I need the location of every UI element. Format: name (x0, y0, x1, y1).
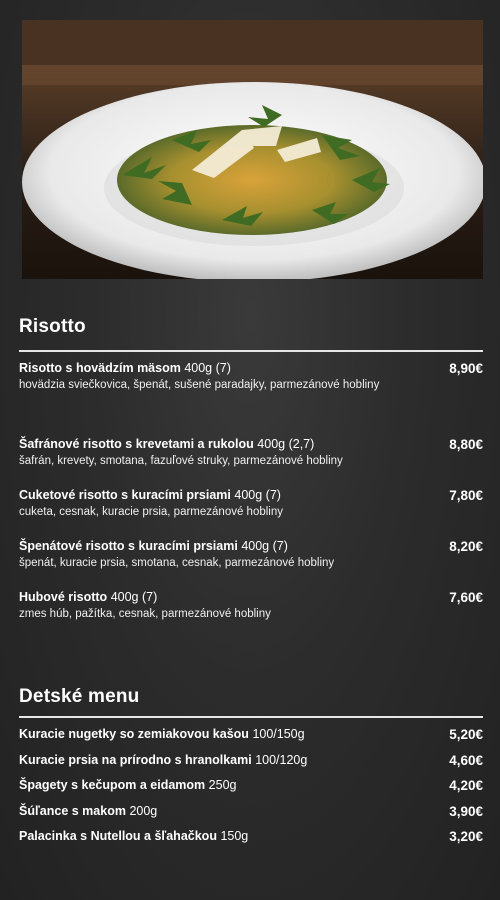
menu-item: Kuracie prsia na prírodno s hranolkami 1… (19, 752, 483, 769)
risotto-dish-photo (22, 20, 483, 279)
item-size: 200g (129, 804, 158, 818)
item-name: Hubové risotto (19, 590, 108, 604)
item-price: 4,60€ (449, 753, 483, 768)
item-description: šafrán, krevety, smotana, fazuľové struk… (19, 455, 343, 467)
menu-item: Špagety s kečupom a eidamom 250g 4,20€ (19, 777, 483, 794)
item-name: Cuketové risotto s kuracími prsiami (19, 488, 231, 502)
section-divider (19, 716, 483, 718)
item-name: Špagety s kečupom a eidamom (19, 778, 206, 792)
menu-item: Cuketové risotto s kuracími prsiami 400g… (19, 487, 483, 521)
item-price: 8,80€ (449, 437, 483, 452)
item-name: Špenátové risotto s kuracími prsiami (19, 539, 238, 553)
item-description: špenát, kuracie prsia, smotana, cesnak, … (19, 557, 335, 569)
menu-item: Risotto s hovädzím mäsom 400g (7) 8,90€ h… (19, 360, 483, 394)
item-size: 150g (220, 829, 249, 843)
section-divider (19, 350, 483, 352)
item-price: 3,20€ (449, 829, 483, 844)
item-name: Kuracie nugetky so zemiakovou kašou (19, 727, 249, 741)
item-size: 400g (7) (234, 488, 281, 502)
menu-item: Palacinka s Nutellou a šľahačkou 150g 3,2… (19, 828, 483, 845)
item-size: 100/150g (252, 727, 305, 741)
menu-item: Kuracie nugetky so zemiakovou kašou 100/… (19, 726, 483, 743)
section-title-risotto: Risotto (19, 316, 86, 337)
item-description: zmes húb, pažítka, cesnak, parmezánové h… (19, 608, 271, 620)
menu-item: Šúľance s makom 200g 3,90€ (19, 803, 483, 820)
item-size: 400g (7) (184, 361, 231, 375)
item-price: 7,80€ (449, 488, 483, 503)
item-description: hovädzia sviečkovica, špenát, sušené par… (19, 379, 380, 391)
item-size: 400g (7) (241, 539, 288, 553)
item-price: 5,20€ (449, 727, 483, 742)
menu-item: Špenátové risotto s kuracími prsiami 400… (19, 538, 483, 572)
item-description: cuketa, cesnak, kuracie prsia, parmezáno… (19, 506, 284, 518)
item-size: 400g (2,7) (257, 437, 315, 451)
item-name: Kuracie prsia na prírodno s hranolkami (19, 753, 252, 767)
section-title-kids-menu: Detské menu (19, 686, 140, 707)
item-name: Risotto s hovädzím mäsom (19, 361, 181, 375)
item-size: 100/120g (255, 753, 308, 767)
menu-item: Šafránové risotto s krevetami a rukolou … (19, 436, 483, 470)
item-name: Šúľance s makom (19, 804, 126, 818)
item-size: 400g (7) (110, 590, 158, 604)
item-price: 3,90€ (449, 804, 483, 819)
item-size: 250g (208, 778, 237, 792)
item-price: 4,20€ (449, 778, 483, 793)
item-price: 7,60€ (449, 590, 483, 605)
item-name: Šafránové risotto s krevetami a rukolou (19, 437, 254, 451)
item-name: Palacinka s Nutellou a šľahačkou (19, 829, 217, 843)
item-price: 8,20€ (449, 539, 483, 554)
menu-item: Hubové risotto 400g (7) 7,60€ zmes húb, p… (19, 589, 483, 623)
item-price: 8,90€ (449, 361, 483, 376)
